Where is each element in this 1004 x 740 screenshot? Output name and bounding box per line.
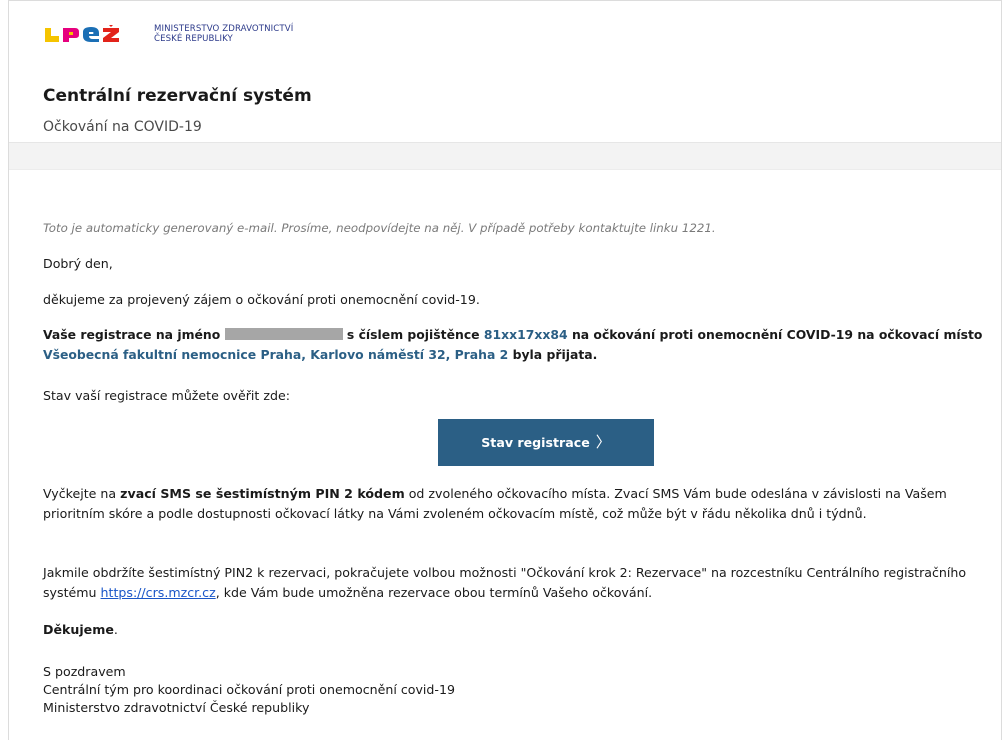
signature-line1: S pozdravem [43,664,126,679]
vaccination-place: Všeobecná fakultní nemocnice Praha, Karl… [43,347,509,362]
greeting: Dobrý den, [43,256,113,271]
app-subtitle: Očkování na COVID-19 [43,119,202,135]
app-title: Centrální rezervační systém [43,86,312,106]
mzcr-logo-icon [45,25,119,42]
redacted-name [224,328,343,340]
crs-link[interactable]: https://crs.mzcr.cz [101,585,216,600]
email-header: MINISTERSTVO ZDRAVOTNICTVÍ ČESKÉ REPUBLI… [9,1,1001,143]
wait-prefix: Vyčkejte na [43,486,117,501]
signature-line3: Ministerstvo zdravotnictví České republi… [43,700,310,715]
thanks-for-interest: děkujeme za projevený zájem o očkování p… [43,292,480,307]
signature: S pozdravem Centrální tým pro koordinaci… [43,663,455,717]
ministry-name: MINISTERSTVO ZDRAVOTNICTVÍ ČESKÉ REPUBLI… [154,24,293,44]
auto-email-notice: Toto je automaticky generovaný e-mail. P… [43,221,716,235]
chevron-right-icon: 〉 [595,433,611,451]
once-after: , kde Vám bude umožněna rezervace obou t… [215,585,653,600]
registration-confirmation: Vaše registrace na jméno s číslem pojišt… [43,325,1004,365]
wait-for-sms-text: Vyčkejte na zvací SMS se šestimístným PI… [43,484,983,524]
ministry-name-line2: ČESKÉ REPUBLIKY [154,34,233,44]
email-frame: MINISTERSTVO ZDRAVOTNICTVÍ ČESKÉ REPUBLI… [8,0,1002,740]
wait-bold: zvací SMS se šestimístným PIN 2 kódem [120,486,405,501]
ministry-name-line1: MINISTERSTVO ZDRAVOTNICTVÍ [154,24,294,34]
thank-you-dot: . [113,622,118,637]
ministry-logo: MINISTERSTVO ZDRAVOTNICTVÍ ČESKÉ REPUBLI… [43,22,293,46]
thank-you: Děkujeme. [43,620,118,640]
insurance-label: s číslem pojištěnce [346,327,480,342]
signature-line2: Centrální tým pro koordinaci očkování pr… [43,682,455,697]
registration-prefix: Vaše registrace na jméno [43,327,221,342]
thank-you-bold: Děkujeme [43,622,114,637]
registration-status-button-label: Stav registrace [481,435,590,450]
registration-middle: na očkování proti onemocnění COVID-19 na… [571,327,983,342]
registration-status-button[interactable]: Stav registrace 〉 [438,419,654,466]
insurance-number: 81xx17xx84 [483,327,568,342]
status-check-text: Stav vaší registrace můžete ověřit zde: [43,388,290,403]
registration-suffix: byla přijata. [512,347,598,362]
reservation-instructions: Jakmile obdržíte šestimístný PIN2 k reze… [43,563,983,603]
header-separator-band [9,143,1001,170]
